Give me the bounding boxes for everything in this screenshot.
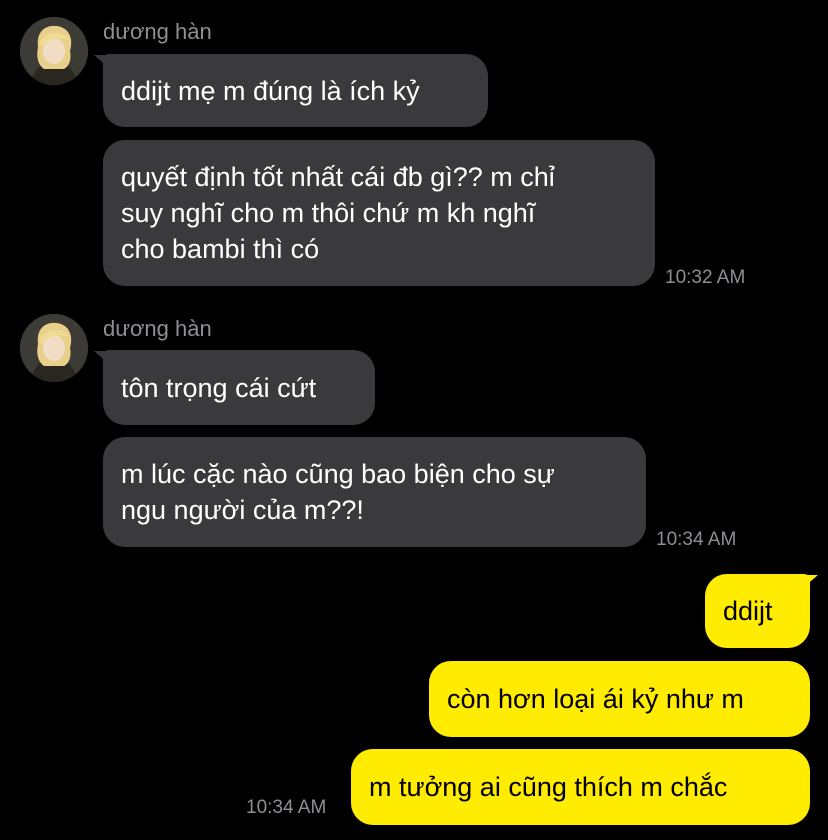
incoming-message-bubble[interactable]: m lúc cặc nào cũng bao biện cho sự ngu n… xyxy=(103,437,646,547)
message-timestamp: 10:32 AM xyxy=(665,267,746,288)
message-text: tôn trọng cái cứt xyxy=(121,372,317,403)
message-text: còn hơn loại ái kỷ như m xyxy=(447,684,744,714)
sender-avatar[interactable] xyxy=(20,17,88,85)
message-timestamp: 10:34 AM xyxy=(656,529,737,550)
message-text: ddijt mẹ m đúng là ích kỷ xyxy=(121,75,420,106)
message-text: m lúc cặc nào cũng bao biện cho sự ngu n… xyxy=(121,459,555,525)
message-text: ddijt xyxy=(723,596,773,626)
incoming-message-bubble[interactable]: ddijt mẹ m đúng là ích kỷ xyxy=(103,54,488,127)
incoming-message-bubble[interactable]: quyết định tốt nhất cái đb gì?? m chỉ su… xyxy=(103,140,655,286)
user-avatar-icon xyxy=(20,17,88,85)
outgoing-message-bubble[interactable]: ddijt xyxy=(705,574,810,648)
sender-name: dương hàn xyxy=(103,19,212,44)
outgoing-message-bubble[interactable]: còn hơn loại ái kỷ như m xyxy=(429,661,810,737)
user-avatar-icon xyxy=(20,314,88,382)
message-text: m tưởng ai cũng thích m chắc xyxy=(369,772,728,802)
incoming-message-bubble[interactable]: tôn trọng cái cứt xyxy=(103,350,375,425)
sender-name: dương hàn xyxy=(103,316,212,341)
message-text: quyết định tốt nhất cái đb gì?? m chỉ su… xyxy=(121,162,555,264)
message-timestamp: 10:34 AM xyxy=(246,797,327,818)
sender-avatar[interactable] xyxy=(20,314,88,382)
outgoing-message-bubble[interactable]: m tưởng ai cũng thích m chắc xyxy=(351,749,810,825)
